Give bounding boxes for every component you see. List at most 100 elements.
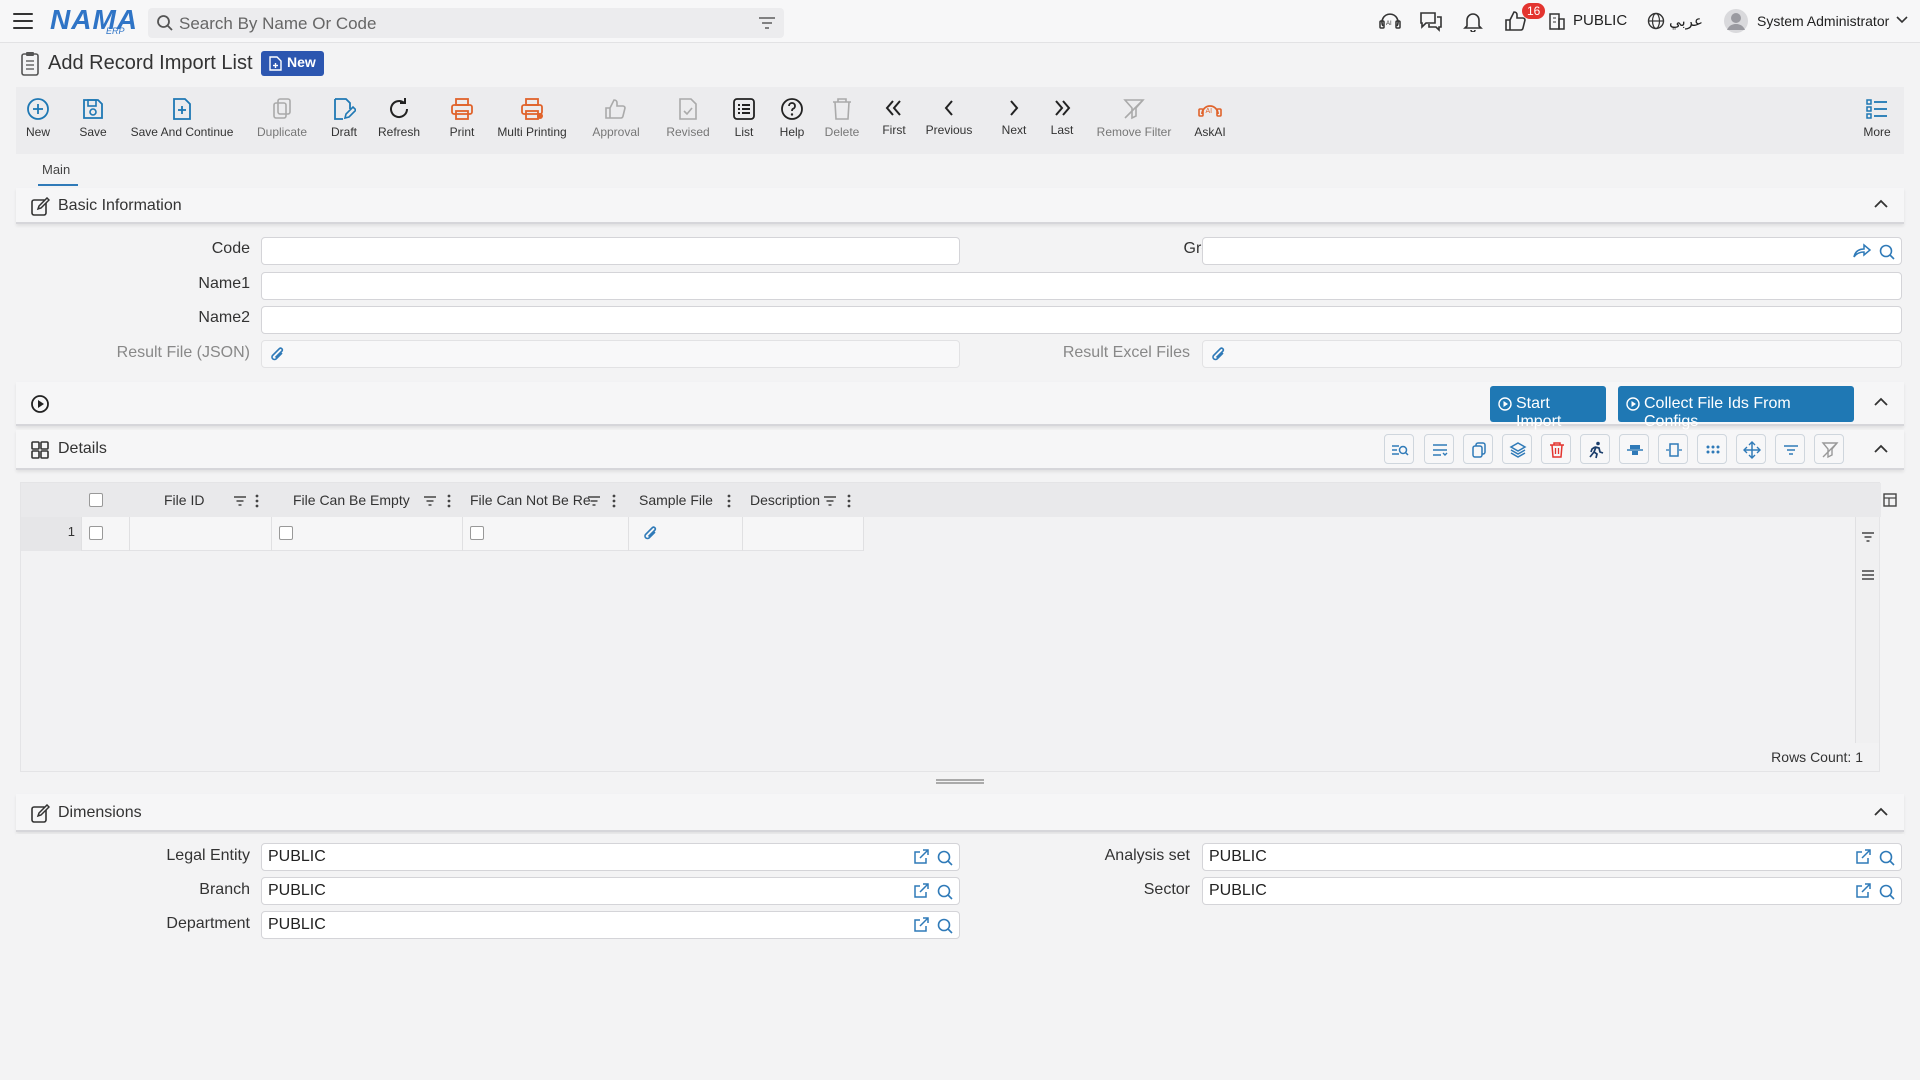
file-can-be-empty-checkbox[interactable] <box>279 526 293 540</box>
approval-button[interactable]: Approval <box>588 87 644 154</box>
column-header-description[interactable]: Description <box>750 492 820 508</box>
grid-add-rows-button[interactable] <box>1424 434 1454 464</box>
chevron-down-icon[interactable] <box>1896 16 1908 24</box>
print-button[interactable]: Print <box>446 87 478 154</box>
entity-selector[interactable]: PUBLIC <box>1573 12 1627 29</box>
help-button[interactable]: Help <box>776 87 808 154</box>
group-field[interactable] <box>1202 237 1902 265</box>
tab-main[interactable]: Main <box>42 162 70 177</box>
hamburger-menu-icon[interactable] <box>13 13 33 30</box>
column-filter-icon[interactable] <box>823 495 837 507</box>
lookup-search-icon[interactable] <box>1878 849 1896 867</box>
column-menu-icon[interactable] <box>447 494 451 508</box>
name2-field[interactable] <box>261 306 1902 334</box>
column-menu-icon[interactable] <box>612 494 616 508</box>
column-filter-icon[interactable] <box>423 495 437 507</box>
new-button[interactable]: New <box>22 87 54 154</box>
column-header-file-can-not-be-re[interactable]: File Can Not Be Re <box>470 492 590 508</box>
column-menu-icon[interactable] <box>727 494 731 508</box>
grid-layout-icon[interactable] <box>1883 493 1897 507</box>
external-link-icon[interactable] <box>1855 883 1871 899</box>
external-link-icon[interactable] <box>913 849 929 865</box>
result-excel-files-field[interactable] <box>1202 340 1902 368</box>
column-menu-icon[interactable] <box>847 494 851 508</box>
play-circle-icon[interactable] <box>30 394 50 414</box>
external-link-icon[interactable] <box>913 883 929 899</box>
external-link-icon[interactable] <box>913 917 929 933</box>
filter-icon[interactable] <box>1861 531 1875 543</box>
refresh-button[interactable]: Refresh <box>376 87 422 154</box>
start-import-button[interactable]: Start Import <box>1490 386 1606 430</box>
multi-printing-button[interactable]: Multi Printing <box>494 87 570 154</box>
lookup-search-icon[interactable] <box>1878 243 1896 261</box>
last-button[interactable]: Last <box>1048 87 1076 154</box>
column-header-sample-file[interactable]: Sample File <box>639 492 713 508</box>
select-all-checkbox[interactable] <box>89 493 103 507</box>
column-menu-icon[interactable] <box>255 494 259 508</box>
askai-button[interactable]: AI AskAI <box>1192 87 1228 154</box>
paperclip-icon[interactable] <box>1211 346 1227 364</box>
grid-search-button[interactable] <box>1384 434 1414 464</box>
lookup-search-icon[interactable] <box>936 917 954 935</box>
columns-menu-icon[interactable] <box>1861 569 1875 581</box>
previous-button[interactable]: Previous <box>924 87 974 154</box>
grid-filter-button[interactable] <box>1775 434 1805 464</box>
grid-move-button[interactable] <box>1736 434 1766 464</box>
duplicate-button[interactable]: Duplicate <box>254 87 310 154</box>
paperclip-icon[interactable] <box>270 346 286 364</box>
grid-run-button[interactable] <box>1580 434 1610 464</box>
table-row[interactable]: 1 <box>21 517 863 551</box>
search-input[interactable]: Search By Name Or Code <box>179 14 376 34</box>
grid-fit-columns-button[interactable] <box>1658 434 1688 464</box>
basic-information-header[interactable]: Basic Information <box>16 188 1904 224</box>
grid-remove-filter-button[interactable] <box>1814 434 1844 464</box>
grid-align-button[interactable] <box>1619 434 1649 464</box>
draft-button[interactable]: Draft <box>328 87 360 154</box>
sector-field[interactable]: PUBLIC <box>1202 877 1902 905</box>
file-can-not-be-re-checkbox[interactable] <box>470 526 484 540</box>
resize-handle[interactable] <box>936 779 984 784</box>
globe-icon[interactable] <box>1647 12 1665 30</box>
chevron-up-icon[interactable] <box>1874 199 1888 208</box>
next-button[interactable]: Next <box>1000 87 1028 154</box>
global-search[interactable]: Search By Name Or Code <box>148 8 784 38</box>
more-button[interactable]: More <box>1860 87 1894 154</box>
chevron-up-icon[interactable] <box>1874 444 1888 453</box>
name1-field[interactable] <box>261 272 1902 300</box>
branch-field[interactable]: PUBLIC <box>261 877 960 905</box>
first-button[interactable]: First <box>878 87 910 154</box>
grid-layers-button[interactable] <box>1502 434 1532 464</box>
column-header-file-id[interactable]: File ID <box>164 492 204 508</box>
bell-icon[interactable] <box>1462 10 1484 32</box>
remove-filter-button[interactable]: Remove Filter <box>1094 87 1174 154</box>
revised-button[interactable]: Revised <box>660 87 716 154</box>
lookup-search-icon[interactable] <box>936 849 954 867</box>
share-icon[interactable] <box>1853 243 1871 259</box>
row-select-checkbox[interactable] <box>89 526 103 540</box>
app-logo[interactable]: NAMA <box>50 4 138 36</box>
avatar[interactable] <box>1723 8 1749 34</box>
grid-copy-button[interactable] <box>1463 434 1493 464</box>
department-field[interactable]: PUBLIC <box>261 911 960 939</box>
chevron-up-icon[interactable] <box>1874 807 1888 816</box>
paperclip-icon[interactable] <box>643 525 659 543</box>
chevron-up-icon[interactable] <box>1874 397 1888 406</box>
column-filter-icon[interactable] <box>587 495 601 507</box>
save-and-continue-button[interactable]: Save And Continue <box>128 87 236 154</box>
delete-button[interactable]: Delete <box>822 87 862 154</box>
chat-icon[interactable] <box>1419 10 1443 32</box>
analysis-set-field[interactable]: PUBLIC <box>1202 843 1902 871</box>
code-field[interactable] <box>261 237 960 265</box>
collect-file-ids-button[interactable]: Collect File Ids From Configs <box>1618 386 1854 430</box>
list-button[interactable]: List <box>728 87 760 154</box>
user-menu[interactable]: System Administrator <box>1757 13 1889 29</box>
column-filter-icon[interactable] <box>233 495 247 507</box>
lookup-search-icon[interactable] <box>1878 883 1896 901</box>
grid-delete-button[interactable] <box>1541 434 1571 464</box>
legal-entity-field[interactable]: PUBLIC <box>261 843 960 871</box>
grid-more-button[interactable] <box>1697 434 1727 464</box>
lookup-search-icon[interactable] <box>936 883 954 901</box>
ai-assistant-icon[interactable]: AI <box>1378 10 1402 32</box>
column-header-file-can-be-empty[interactable]: File Can Be Empty <box>293 492 410 508</box>
dimensions-header[interactable]: Dimensions <box>16 794 1904 832</box>
